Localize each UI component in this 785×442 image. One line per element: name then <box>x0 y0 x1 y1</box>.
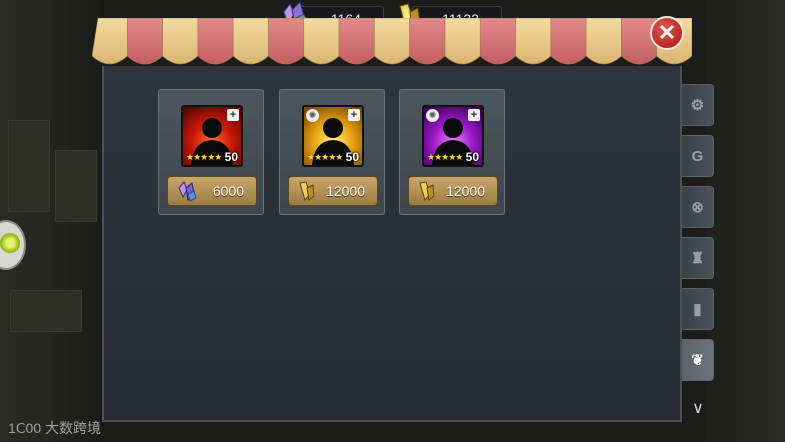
crossed-circle-tab-icon: ⊗ <box>691 199 704 216</box>
g-tab-icon: G <box>691 147 704 165</box>
watermark-text: 大数跨境 <box>45 420 102 436</box>
shop-awning <box>92 18 692 65</box>
faction-emblem-icon: ✺ <box>426 109 439 122</box>
tab-mug[interactable]: ▮ <box>682 288 714 330</box>
gear-icon <box>0 233 20 253</box>
star-rating: ★★★★★ <box>307 152 343 162</box>
shop-item-card[interactable]: ✺ + ★★★★★ 50 12000 <box>279 89 385 215</box>
tab-gear[interactable]: ⚙ <box>682 84 714 126</box>
chevron-down-icon: ∨ <box>692 400 704 417</box>
background-right <box>705 0 785 442</box>
hero-portrait[interactable]: ✺ + ★★★★★ 50 <box>422 105 484 167</box>
shop-item-card[interactable]: + ★★★★★ 50 6000 <box>158 89 264 215</box>
scroll-down-button[interactable]: ∨ <box>682 398 714 420</box>
watermark: 1Ⅽ00 大数跨境 <box>8 418 101 438</box>
close-button[interactable]: ✕ <box>650 16 684 50</box>
plus-icon: + <box>348 109 360 121</box>
close-icon: ✕ <box>657 20 677 45</box>
tab-crossed-circle[interactable]: ⊗ <box>682 186 714 228</box>
tab-seeds[interactable]: ❦ <box>682 339 714 381</box>
hero-level: 50 <box>465 150 479 164</box>
tab-g[interactable]: G <box>682 135 714 177</box>
purple-crystal-icon <box>178 181 197 202</box>
hero-portrait[interactable]: ✺ + ★★★★★ 50 <box>302 105 364 167</box>
seeds-tab-icon: ❦ <box>691 352 704 369</box>
gear-tab-icon: ⚙ <box>690 97 705 114</box>
buy-button[interactable]: 12000 <box>288 176 378 206</box>
watermark-logo: 1Ⅽ00 <box>8 420 42 436</box>
shop-item-card[interactable]: ✺ + ★★★★★ 50 12000 <box>399 89 505 215</box>
mug-tab-icon: ▮ <box>693 301 702 318</box>
hero-level: 50 <box>345 150 359 164</box>
buy-button[interactable]: 12000 <box>408 176 498 206</box>
star-rating: ★★★★★ <box>186 152 222 162</box>
faction-emblem-icon: ✺ <box>306 109 319 122</box>
price-value: 12000 <box>326 183 365 199</box>
buy-button[interactable]: 6000 <box>167 176 257 206</box>
price-value: 6000 <box>212 183 244 199</box>
hero-portrait[interactable]: + ★★★★★ 50 <box>181 105 243 167</box>
star-rating: ★★★★★ <box>427 152 463 162</box>
plus-icon: + <box>227 109 239 121</box>
hero-level: 50 <box>224 150 238 164</box>
medal-tab-icon: ♜ <box>690 250 705 267</box>
plus-icon: + <box>468 109 480 121</box>
tab-medal[interactable]: ♜ <box>682 237 714 279</box>
gold-crystal-icon <box>299 181 315 202</box>
background-left <box>0 0 105 442</box>
gold-crystal-icon <box>419 181 435 202</box>
price-value: 12000 <box>446 183 485 199</box>
